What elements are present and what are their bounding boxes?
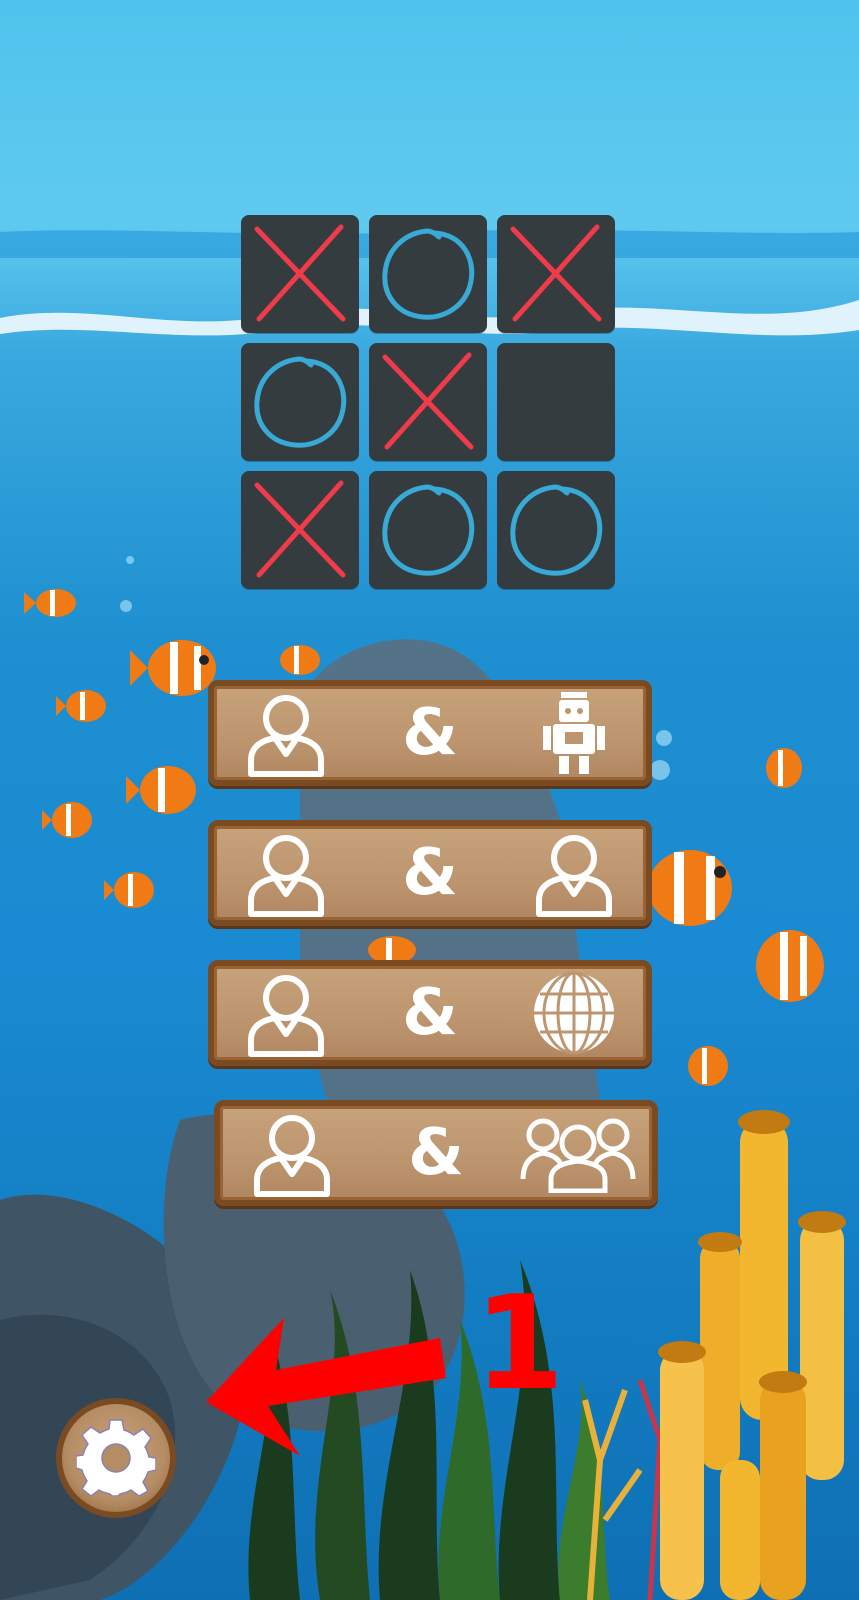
- clownfish-icon: [688, 1046, 728, 1086]
- board-cell[interactable]: [369, 343, 487, 461]
- x-mark-icon: [510, 224, 602, 322]
- settings-button[interactable]: [56, 1398, 176, 1518]
- clownfish-icon: [126, 766, 196, 814]
- ampersand-label: &: [408, 1116, 464, 1190]
- person-icon: [236, 826, 336, 920]
- globe-icon: [524, 966, 624, 1060]
- o-mark-icon: [382, 484, 475, 576]
- x-mark-icon: [382, 352, 474, 450]
- board-cell[interactable]: [369, 215, 487, 333]
- board-cell[interactable]: [497, 343, 615, 461]
- board-cell[interactable]: [241, 215, 359, 333]
- clownfish-icon: [648, 850, 732, 926]
- clownfish-icon: [766, 748, 802, 788]
- board-cell[interactable]: [241, 343, 359, 461]
- ampersand-label: &: [402, 836, 458, 910]
- person-icon: [236, 686, 336, 780]
- board-cell[interactable]: [369, 471, 487, 589]
- clownfish-icon: [756, 930, 824, 1002]
- x-mark-icon: [254, 224, 346, 322]
- mode-button-vs-player[interactable]: &: [208, 820, 652, 926]
- board-cell[interactable]: [241, 471, 359, 589]
- person-icon: [524, 826, 624, 920]
- clownfish-icon: [130, 640, 216, 696]
- annotation-number: 1: [474, 1267, 565, 1419]
- person-icon: [242, 1106, 342, 1200]
- mode-button-online[interactable]: &: [208, 960, 652, 1066]
- clownfish-icon: [280, 645, 320, 675]
- ampersand-label: &: [402, 976, 458, 1050]
- mode-button-vs-computer[interactable]: &: [208, 680, 652, 786]
- x-mark-icon: [254, 480, 346, 578]
- robot-icon: [524, 686, 624, 780]
- clownfish-icon: [56, 690, 106, 722]
- o-mark-icon: [382, 228, 475, 320]
- clownfish-icon: [42, 802, 92, 838]
- person-icon: [236, 966, 336, 1060]
- gear-icon: [75, 1416, 157, 1500]
- clownfish-icon: [104, 872, 154, 908]
- board-cell[interactable]: [497, 215, 615, 333]
- tic-tac-toe-board: [241, 215, 619, 589]
- group-icon: [518, 1106, 638, 1200]
- clownfish-icon: [24, 589, 76, 617]
- board-cell[interactable]: [497, 471, 615, 589]
- o-mark-icon: [510, 484, 603, 576]
- mode-button-group[interactable]: &: [214, 1100, 658, 1206]
- ampersand-label: &: [402, 696, 458, 770]
- o-mark-icon: [254, 356, 347, 448]
